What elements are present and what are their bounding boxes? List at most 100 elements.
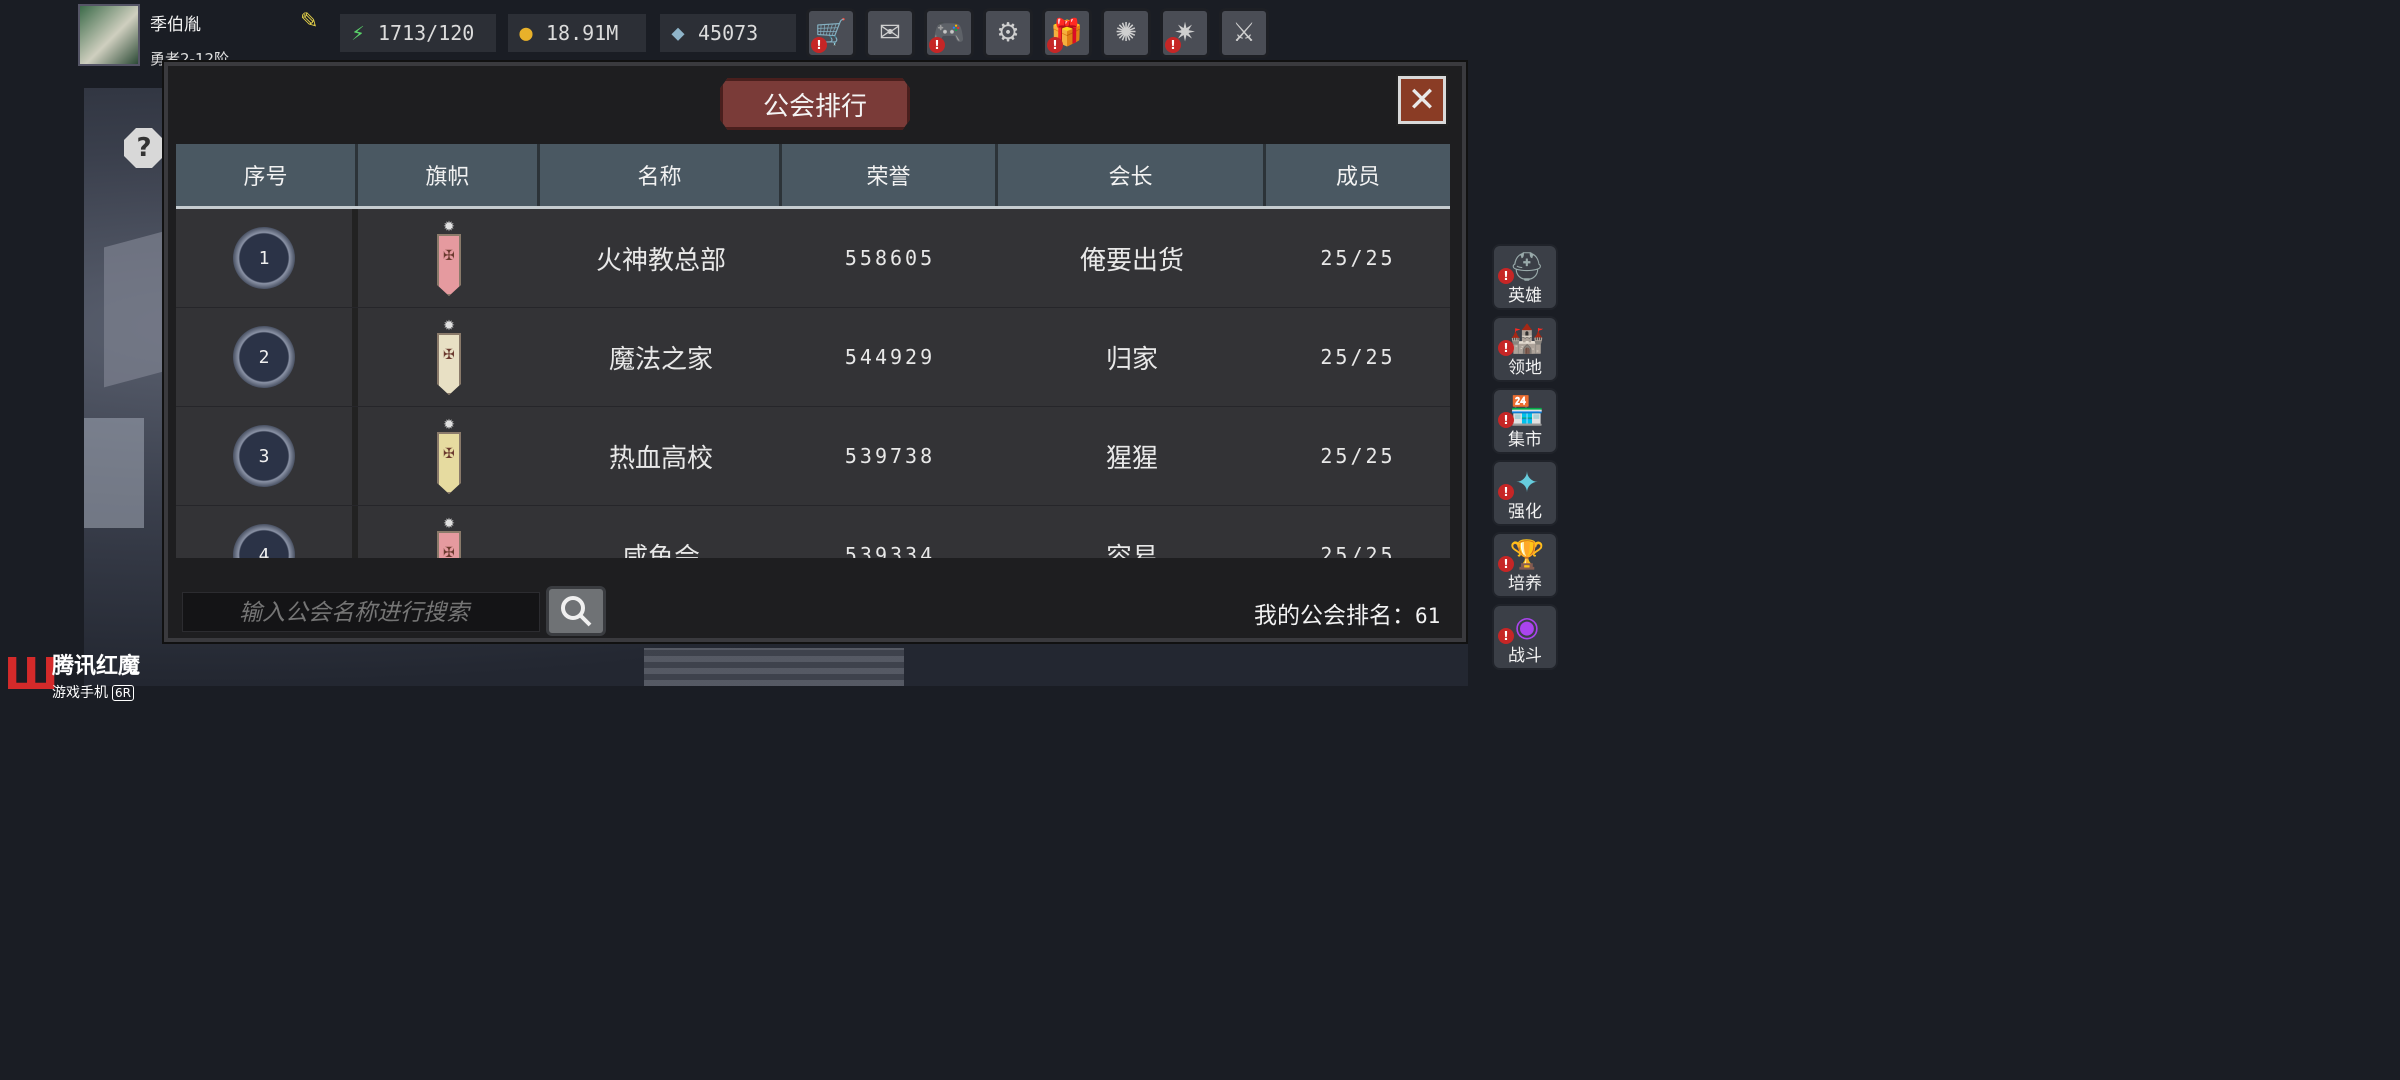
gold-counter: ● 18.91M: [508, 14, 646, 52]
side-menu-market[interactable]: 🏪 ! 集市: [1492, 388, 1558, 454]
battle-button[interactable]: ⚔: [1219, 8, 1269, 58]
shop-button[interactable]: 🛒 !: [806, 8, 856, 58]
firework-button[interactable]: ✷ !: [1160, 8, 1210, 58]
background-stairs: [644, 648, 904, 686]
edit-name-icon[interactable]: ✎: [300, 10, 324, 34]
my-rank-label: 我的公会排名：: [1254, 603, 1415, 629]
energy-icon: ⚡: [351, 20, 365, 46]
guild-banner-icon: ✹ ✠: [433, 319, 465, 395]
search-icon: [561, 596, 592, 627]
side-menu-heroes[interactable]: ⛑ ! 英雄: [1492, 244, 1558, 310]
gem-counter: ◆ 45073: [660, 14, 796, 52]
side-menu-label: 强化: [1508, 502, 1542, 522]
side-menu-label: 领地: [1508, 358, 1542, 378]
guild-honor: 539738: [844, 444, 936, 468]
mail-icon: ✉: [879, 18, 901, 48]
brand-subtitle-text: 游戏手机: [52, 685, 108, 701]
rank-medal: 3: [233, 425, 295, 487]
guild-honor: 544929: [844, 345, 936, 369]
energy-counter: ⚡ 1713/120: [340, 14, 496, 52]
rank-cell: 1: [176, 209, 358, 307]
flag-cell: ✹ ✠: [358, 407, 540, 505]
my-rank-value: 61: [1415, 604, 1441, 628]
gem-value: 45073: [698, 21, 759, 45]
table-row[interactable]: 1 ✹ ✠ 火神教总部 558605 俺要出货 25/25: [176, 209, 1450, 308]
alert-badge: !: [929, 37, 945, 53]
helmet-icon: ⛑: [1509, 250, 1545, 283]
alert-badge: !: [811, 37, 827, 53]
close-button[interactable]: ✕: [1396, 74, 1448, 126]
column-header-honor: 荣誉: [782, 144, 998, 206]
rank-cell: 2: [176, 308, 358, 406]
gold-value: 18.91M: [546, 21, 619, 45]
guild-members: 25/25: [1320, 345, 1396, 369]
column-header-leader: 会长: [998, 144, 1266, 206]
rank-medal: 1: [233, 227, 295, 289]
rank-medal: 4: [233, 524, 295, 558]
gamepad-button[interactable]: 🎮 !: [924, 8, 974, 58]
alert-badge: !: [1047, 37, 1063, 53]
settings-icon: ⚙: [996, 18, 1020, 48]
alert-badge: !: [1165, 37, 1181, 53]
column-header-rank: 序号: [176, 144, 358, 206]
guild-leader: 俺要出货: [1079, 245, 1184, 276]
brand-title: 腾讯红魔: [52, 654, 141, 679]
gem-icon: ◆: [671, 20, 685, 46]
side-menu-label: 培养: [1508, 574, 1542, 594]
guild-banner-icon: ✹ ✠: [433, 517, 465, 558]
castle-icon: 🏰: [1509, 322, 1545, 355]
color-wheel-icon: ✺: [1115, 18, 1137, 48]
player-avatar[interactable]: [78, 4, 140, 66]
rank-cell: 4: [176, 506, 358, 558]
side-menu-territory[interactable]: 🏰 ! 领地: [1492, 316, 1558, 382]
dialog-title: 公会排行: [720, 78, 910, 130]
guild-members: 25/25: [1320, 444, 1396, 468]
side-menu-enhance[interactable]: ✦ ! 强化: [1492, 460, 1558, 526]
guild-name: 魔法之家: [608, 344, 713, 375]
crystal-icon: ✦: [1515, 466, 1539, 499]
search-button[interactable]: [546, 586, 606, 636]
energy-value: 1713/120: [378, 21, 475, 45]
flag-cell: ✹ ✠: [358, 506, 540, 558]
guild-search-input[interactable]: [182, 592, 540, 632]
table-row[interactable]: 2 ✹ ✠ 魔法之家 544929 归家 25/25: [176, 308, 1450, 407]
crossed-swords-icon: ⚔: [1232, 18, 1256, 48]
grail-icon: 🏆: [1509, 538, 1545, 571]
brand-model-tag: 6R: [112, 685, 134, 701]
guild-leader: 归家: [1105, 344, 1158, 375]
rank-cell: 3: [176, 407, 358, 505]
my-guild-rank: 我的公会排名：61: [1254, 596, 1440, 630]
table-row[interactable]: 4 ✹ ✠ 咸鱼会 539334 容易 25/25: [176, 506, 1450, 558]
help-button[interactable]: ?: [124, 128, 164, 168]
guild-name: 热血高校: [608, 443, 713, 474]
player-name: 季伯胤: [150, 15, 201, 35]
side-menu-label: 英雄: [1508, 286, 1542, 306]
guild-members: 25/25: [1320, 543, 1396, 558]
guild-honor: 539334: [844, 543, 936, 558]
guild-ranking-list[interactable]: 1 ✹ ✠ 火神教总部 558605 俺要出货 25/25 2 ✹ ✠ 魔法之家…: [176, 209, 1450, 558]
flag-cell: ✹ ✠: [358, 308, 540, 406]
settings-button[interactable]: ⚙: [983, 8, 1033, 58]
guild-banner-icon: ✹ ✠: [433, 418, 465, 494]
close-icon: ✕: [1407, 80, 1437, 120]
side-menu-cultivate[interactable]: 🏆 ! 培养: [1492, 532, 1558, 598]
rank-medal: 2: [233, 326, 295, 388]
color-wheel-button[interactable]: ✺: [1101, 8, 1151, 58]
table-row[interactable]: 3 ✹ ✠ 热血高校 539738 猩猩 25/25: [176, 407, 1450, 506]
column-header-members: 成员: [1266, 144, 1450, 206]
column-header-name: 名称: [540, 144, 782, 206]
side-menu-label: 集市: [1508, 430, 1542, 450]
red-magic-logo-icon: Ш: [4, 649, 59, 700]
flag-cell: ✹ ✠: [358, 209, 540, 307]
guild-leader: 猩猩: [1105, 443, 1158, 474]
guild-leader: 容易: [1105, 542, 1158, 559]
side-menu-label: 战斗: [1508, 646, 1542, 666]
portal-icon: ◉: [1514, 610, 1540, 643]
gold-coin-icon: ●: [519, 20, 533, 46]
market-stall-icon: 🏪: [1509, 394, 1545, 427]
mail-button[interactable]: ✉: [865, 8, 915, 58]
guild-members: 25/25: [1320, 246, 1396, 270]
side-menu-battle[interactable]: ◉ ! 战斗: [1492, 604, 1558, 670]
gift-button[interactable]: 🎁 !: [1042, 8, 1092, 58]
brand-subtitle: 游戏手机 6R: [52, 682, 134, 702]
